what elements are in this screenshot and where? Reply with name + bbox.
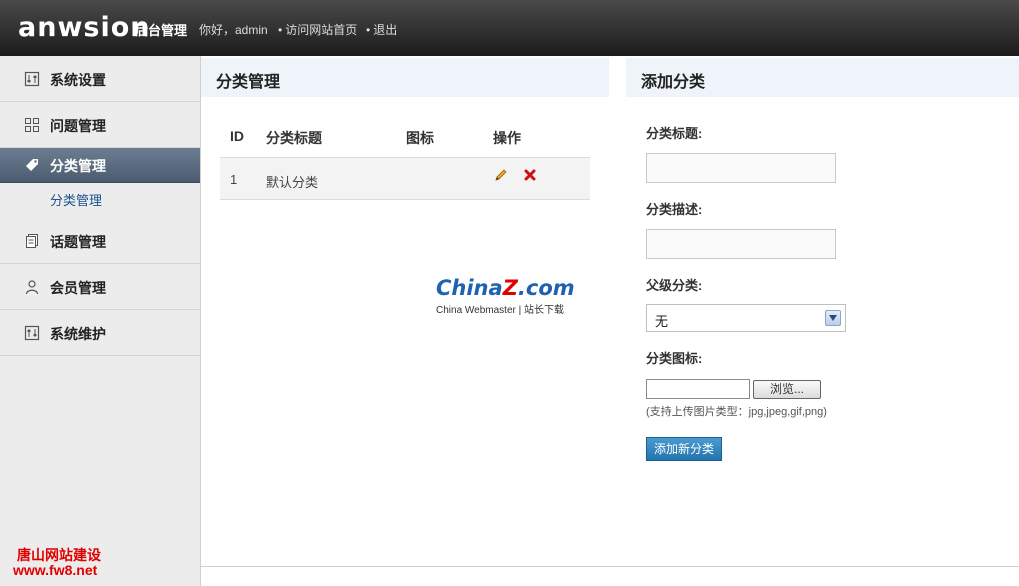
column-header-id: ID <box>230 128 244 144</box>
sidebar-item-label: 系统维护 <box>50 326 106 342</box>
parent-category-label: 父级分类: <box>646 278 703 293</box>
watermark-line-2: www.fw8.net <box>13 562 98 578</box>
watermark-line-1: 唐山网站建设 <box>17 547 101 563</box>
category-title-label: 分类标题: <box>646 126 703 141</box>
brand-subtitle: China Webmaster | 站长下载 <box>436 305 565 316</box>
chevron-down-icon[interactable] <box>825 310 841 326</box>
bullet-icon: • <box>278 23 283 37</box>
parent-category-select[interactable]: 无 <box>646 304 846 332</box>
top-header: anwsion 后台管理 你好，admin • 访问网站首页 • 退出 <box>0 0 1019 56</box>
tag-icon <box>26 159 38 171</box>
brand-domain: .com <box>517 276 575 300</box>
category-title-input[interactable] <box>646 153 836 183</box>
site-logo[interactable]: anwsion <box>18 12 150 43</box>
sidebar-item-label: 问题管理 <box>50 118 106 134</box>
category-icon-label: 分类图标: <box>646 351 703 366</box>
add-category-button[interactable]: 添加新分类 <box>646 437 722 461</box>
sidebar-item-system-settings[interactable]: 系统设置 <box>0 56 200 102</box>
delete-icon[interactable] <box>523 168 537 182</box>
sidebar-item-categories[interactable]: 分类管理 <box>0 148 200 183</box>
table-row: 1 默认分类 <box>220 157 590 200</box>
edit-icon[interactable] <box>494 168 508 182</box>
column-header-title: 分类标题 <box>266 130 322 146</box>
row-title: 默认分类 <box>266 175 319 190</box>
category-desc-label: 分类描述: <box>646 202 703 217</box>
visit-homepage-link[interactable]: • 访问网站首页 <box>278 21 357 38</box>
admin-title: 后台管理 <box>135 23 188 38</box>
logout-link[interactable]: • 退出 <box>366 21 397 38</box>
sidebar: 系统设置 问题管理 分类管理 分类管理 话题管理 会员管理 系统维护 <box>0 56 201 586</box>
sidebar-item-label: 系统设置 <box>50 72 106 88</box>
settings-icon <box>24 71 40 87</box>
list-panel-header: 分类管理 <box>201 58 609 97</box>
corner-watermark: 唐山网站建设 www.fw8.net <box>13 548 101 578</box>
form-panel-title: 添加分类 <box>641 74 706 91</box>
visit-homepage-label: 访问网站首页 <box>285 23 358 37</box>
maintenance-icon <box>24 325 40 341</box>
sidebar-item-label: 话题管理 <box>50 234 106 250</box>
bullet-icon: • <box>366 23 371 37</box>
sidebar-item-members[interactable]: 会员管理 <box>0 264 200 310</box>
column-header-actions: 操作 <box>493 130 521 146</box>
footer-divider <box>201 566 1019 567</box>
form-panel-header: 添加分类 <box>626 58 1019 97</box>
brand-main: China <box>436 276 503 300</box>
china-z-watermark: ChinaZ.com China Webmaster | 站长下载 <box>436 276 575 316</box>
category-desc-input[interactable] <box>646 229 836 259</box>
column-header-icon: 图标 <box>406 130 434 146</box>
documents-icon <box>26 234 38 248</box>
sidebar-item-label: 会员管理 <box>50 280 106 296</box>
parent-category-value: 无 <box>655 314 669 329</box>
grid-icon <box>25 118 39 132</box>
row-id: 1 <box>230 172 238 187</box>
list-panel-title: 分类管理 <box>216 74 281 91</box>
sidebar-item-maintenance[interactable]: 系统维护 <box>0 310 200 356</box>
logout-label: 退出 <box>373 23 398 37</box>
sidebar-item-topics[interactable]: 话题管理 <box>0 218 200 264</box>
brand-z: Z <box>502 276 518 300</box>
sidebar-item-questions[interactable]: 问题管理 <box>0 102 200 148</box>
browse-button[interactable]: 浏览... <box>753 380 821 399</box>
greeting-text: 你好，admin <box>199 23 268 37</box>
user-icon <box>25 280 39 295</box>
sidebar-item-label: 分类管理 <box>50 158 106 174</box>
file-path-field[interactable] <box>646 379 750 399</box>
sidebar-subitem-categories[interactable]: 分类管理 <box>50 190 102 209</box>
upload-hint: (支持上传图片类型：jpg,jpeg,gif,png) <box>646 406 827 418</box>
